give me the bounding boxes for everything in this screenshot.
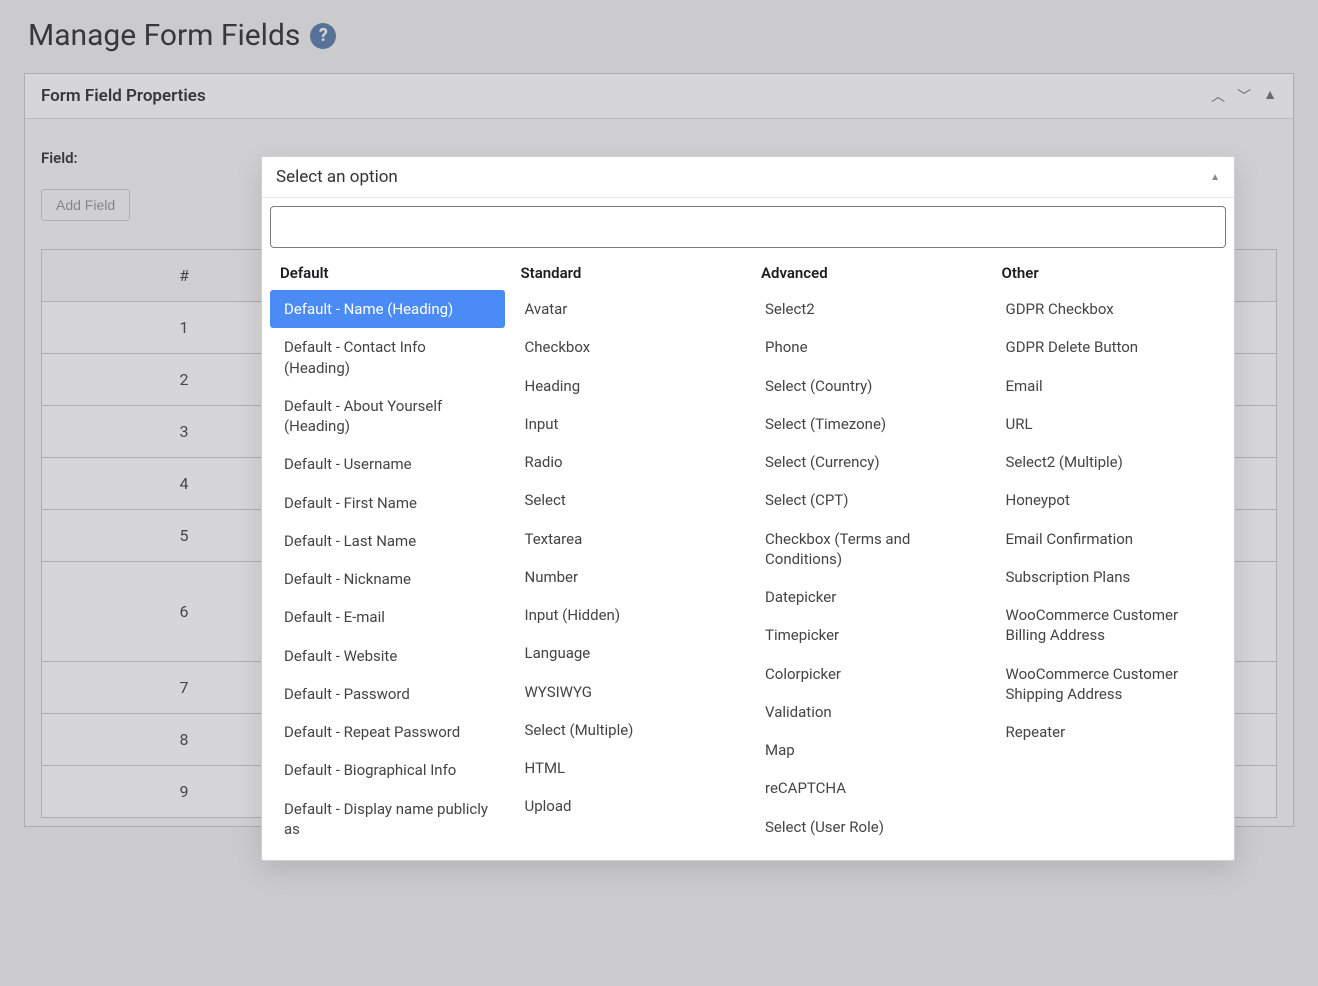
select-option[interactable]: Default - First Name <box>270 484 505 522</box>
option-group: AdvancedSelect2PhoneSelect (Country)Sele… <box>751 258 986 848</box>
select-option[interactable]: Select (Currency) <box>751 443 986 481</box>
select-option[interactable]: Select (User Role) <box>751 808 986 846</box>
select-option[interactable]: Datepicker <box>751 578 986 616</box>
chevron-up-icon[interactable]: ︿ <box>1211 86 1225 106</box>
panel-title: Form Field Properties <box>41 86 206 106</box>
field-label: Field: <box>41 149 261 167</box>
collapse-icon[interactable]: ▲ <box>1263 86 1277 106</box>
select-option[interactable]: Default - About Yourself (Heading) <box>270 387 505 446</box>
option-group-title: Advanced <box>751 258 986 290</box>
select-option[interactable]: Default - Username <box>270 445 505 483</box>
select-option[interactable]: Phone <box>751 328 986 366</box>
option-group-title: Other <box>992 258 1227 290</box>
select-option[interactable]: Colorpicker <box>751 655 986 693</box>
select-option[interactable]: WooCommerce Customer Billing Address <box>992 596 1227 655</box>
option-group-title: Default <box>270 258 505 290</box>
select-option[interactable]: Checkbox <box>511 328 746 366</box>
select-option[interactable]: GDPR Checkbox <box>992 290 1227 328</box>
select-option[interactable]: reCAPTCHA <box>751 769 986 807</box>
select-option[interactable]: Default - Password <box>270 675 505 713</box>
select-option[interactable]: Default - Website <box>270 637 505 675</box>
option-group: OtherGDPR CheckboxGDPR Delete ButtonEmai… <box>992 258 1227 848</box>
field-select-dropdown: Select an option ▲ DefaultDefault - Name… <box>261 156 1235 861</box>
select-option[interactable]: Validation <box>751 693 986 731</box>
panel-header: Form Field Properties ︿ ﹀ ▲ <box>25 74 1293 119</box>
select-option[interactable]: Avatar <box>511 290 746 328</box>
select-option[interactable]: GDPR Delete Button <box>992 328 1227 366</box>
select-option[interactable]: Default - Nickname <box>270 560 505 598</box>
select-option[interactable]: HTML <box>511 749 746 787</box>
select-option[interactable]: WooCommerce Customer Shipping Address <box>992 655 1227 714</box>
select-option[interactable]: Default - E-mail <box>270 598 505 636</box>
select-option[interactable]: Select <box>511 481 746 519</box>
select-option[interactable]: Timepicker <box>751 616 986 654</box>
select-option[interactable]: Default - Name (Heading) <box>270 290 505 328</box>
select-header[interactable]: Select an option ▲ <box>262 157 1234 198</box>
select-placeholder: Select an option <box>276 167 398 187</box>
select-option[interactable]: Email Confirmation <box>992 520 1227 558</box>
select-option[interactable]: Select (Multiple) <box>511 711 746 749</box>
select-option[interactable]: Textarea <box>511 520 746 558</box>
caret-up-icon: ▲ <box>1210 172 1220 183</box>
select-option[interactable]: Select2 (Multiple) <box>992 443 1227 481</box>
select-option[interactable]: Checkbox (Terms and Conditions) <box>751 520 986 579</box>
select-option[interactable]: Select (Country) <box>751 367 986 405</box>
option-group: StandardAvatarCheckboxHeadingInputRadioS… <box>511 258 746 848</box>
option-group: DefaultDefault - Name (Heading)Default -… <box>270 258 505 848</box>
select-option[interactable]: Radio <box>511 443 746 481</box>
select-option[interactable]: Default - Last Name <box>270 522 505 560</box>
select-option[interactable]: Upload <box>511 787 746 825</box>
select-option[interactable]: Default - Repeat Password <box>270 713 505 751</box>
select-option[interactable]: Number <box>511 558 746 596</box>
select-option[interactable]: Default - Display name publicly as <box>270 790 505 849</box>
select-option[interactable]: Default - Biographical Info <box>270 751 505 789</box>
select-option[interactable]: WYSIWYG <box>511 673 746 711</box>
select-option[interactable]: Subscription Plans <box>992 558 1227 596</box>
page-title-text: Manage Form Fields <box>28 18 300 53</box>
add-field-button[interactable]: Add Field <box>41 189 130 221</box>
option-group-title: Standard <box>511 258 746 290</box>
select-option[interactable]: Repeater <box>992 713 1227 751</box>
select-option[interactable]: Select (Timezone) <box>751 405 986 443</box>
select-option[interactable]: Default - Contact Info (Heading) <box>270 328 505 387</box>
select-option[interactable]: Email <box>992 367 1227 405</box>
select-option[interactable]: Map <box>751 731 986 769</box>
select-option[interactable]: Honeypot <box>992 481 1227 519</box>
help-icon[interactable]: ? <box>310 23 336 49</box>
select-option[interactable]: Input <box>511 405 746 443</box>
select-option[interactable]: Select2 <box>751 290 986 328</box>
select-option[interactable]: Input (Hidden) <box>511 596 746 634</box>
select-option[interactable]: Language <box>511 634 746 672</box>
page-title: Manage Form Fields ? <box>0 0 1318 73</box>
chevron-down-icon[interactable]: ﹀ <box>1237 86 1251 106</box>
select-search-input[interactable] <box>270 206 1226 248</box>
select-option[interactable]: Select (CPT) <box>751 481 986 519</box>
select-option[interactable]: Heading <box>511 367 746 405</box>
select-option[interactable]: URL <box>992 405 1227 443</box>
